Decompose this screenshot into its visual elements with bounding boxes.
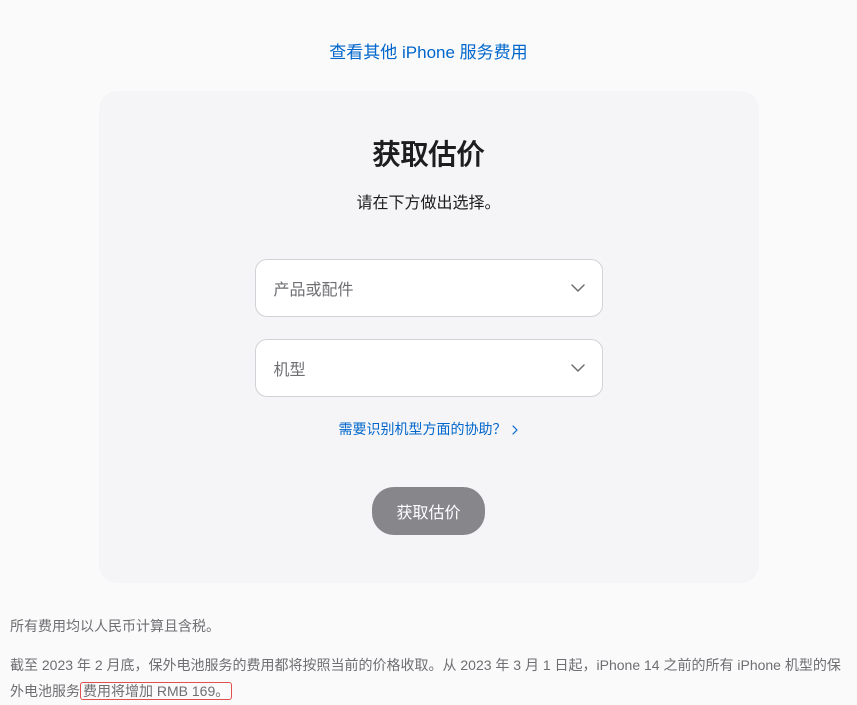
footer-line-1: 所有费用均以人民币计算且含税。 [10, 613, 847, 640]
identify-model-help-link[interactable]: 需要识别机型方面的协助？ [339, 421, 519, 437]
model-select[interactable]: 机型 [255, 339, 603, 397]
footer-line-2: 截至 2023 年 2 月底，保外电池服务的费用都将按照当前的价格收取。从 20… [10, 652, 847, 705]
get-estimate-button[interactable]: 获取估价 [372, 487, 484, 535]
price-increase-highlight: 费用将增加 RMB 169。 [80, 682, 232, 700]
chevron-right-icon [512, 422, 518, 438]
model-select-wrapper: 机型 [255, 339, 603, 397]
footer-text: 所有费用均以人民币计算且含税。 截至 2023 年 2 月底，保外电池服务的费用… [10, 613, 847, 705]
top-link-container: 查看其他 iPhone 服务费用 [0, 0, 857, 91]
product-select-placeholder: 产品或配件 [274, 276, 354, 300]
card-title: 获取估价 [147, 133, 711, 173]
view-other-services-link[interactable]: 查看其他 iPhone 服务费用 [329, 43, 527, 62]
product-select[interactable]: 产品或配件 [255, 259, 603, 317]
model-select-placeholder: 机型 [274, 356, 306, 380]
help-link-label: 需要识别机型方面的协助？ [339, 421, 507, 437]
help-link-container: 需要识别机型方面的协助？ [147, 419, 711, 439]
estimate-card: 获取估价 请在下方做出选择。 产品或配件 机型 需要识别机型方面的协助？ 获取估… [99, 91, 759, 583]
card-subtitle: 请在下方做出选择。 [147, 189, 711, 213]
product-select-wrapper: 产品或配件 [255, 259, 603, 317]
